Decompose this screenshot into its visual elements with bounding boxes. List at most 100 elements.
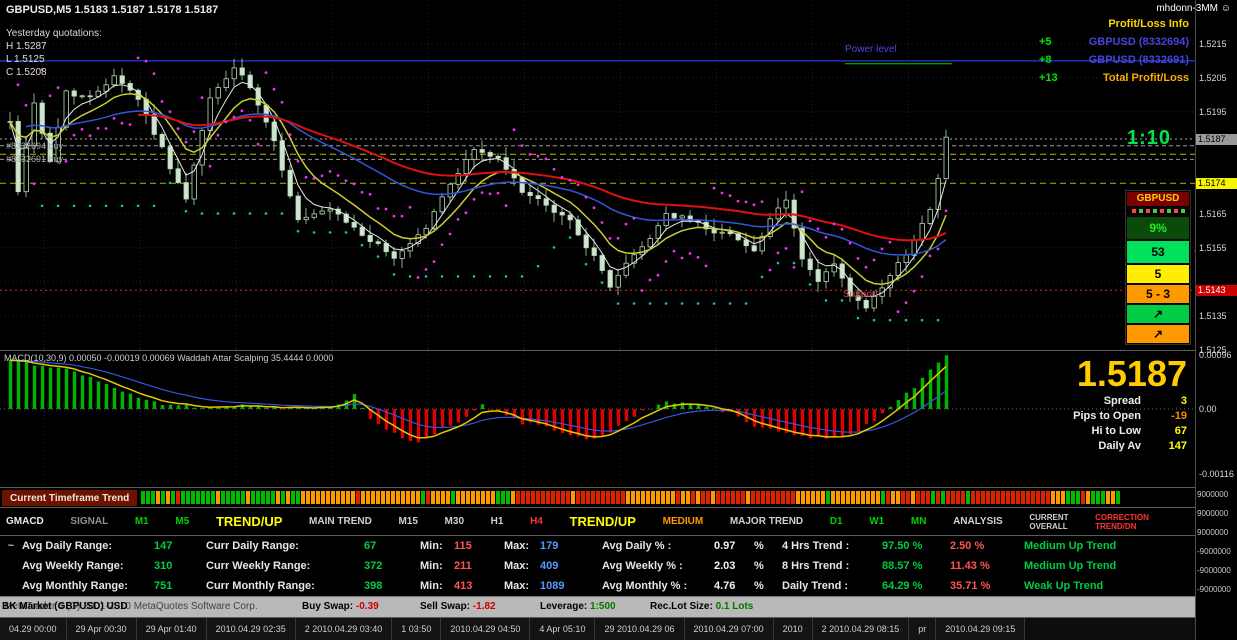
range-cell: 147	[154, 540, 173, 552]
trend-bar	[691, 491, 696, 504]
trend-bar	[791, 491, 796, 504]
time-axis[interactable]: 04.29 00:00 29 Apr 00:30 29 Apr 01:40 2010.…	[0, 617, 1195, 640]
trend-bar	[271, 491, 276, 504]
probability-meter-rows: 9% 53 5 5 - 3 ↗ ↗	[1127, 217, 1189, 343]
trend-bar	[1031, 491, 1036, 504]
position-label[interactable]: GBPUSD (8332691)	[1089, 54, 1189, 66]
range-row: Avg Monthly Range: 751 Curr Monthly Range:…	[0, 576, 1195, 596]
trend-bar	[226, 491, 231, 504]
price-tick: 1.5165	[1199, 209, 1227, 219]
trend-bar	[151, 491, 156, 504]
time-label: 2 2010.04.29 08:15	[812, 618, 910, 640]
position-row: +8 GBPUSD (8332691)	[1039, 54, 1189, 66]
trend-bar	[301, 491, 306, 504]
range-cell: 4 Hrs Trend :	[782, 540, 850, 552]
trend-bar	[806, 491, 811, 504]
trend-bar	[156, 491, 161, 504]
range-cell: %	[754, 540, 764, 552]
price-axis[interactable]: 1.5215 1.5205 1.5195 1.5165 1.5155 1.5135 1.51…	[1195, 0, 1237, 640]
lot-size: Rec.Lot Size: 0.1 Lots	[650, 601, 753, 612]
price-marker: 1.5143	[1196, 285, 1237, 296]
trend-bar	[741, 491, 746, 504]
trend-bar	[521, 491, 526, 504]
trend-bar	[276, 491, 281, 504]
macd-axis-tick: -0.00116	[1199, 469, 1234, 479]
trend-bar	[561, 491, 566, 504]
price-chart[interactable]	[0, 0, 1195, 350]
probability-meter: GBPUSD 9%5355 - 3↗↗ Probability Meter	[1125, 190, 1195, 345]
meter-cell: ↗	[1127, 325, 1189, 343]
gmacd-item: GMACD	[6, 516, 44, 527]
indicator-panel[interactable]: MACD(10,30,9) 0.00050 -0.00019 0.00069 W…	[0, 350, 1195, 487]
trend-bar	[776, 491, 781, 504]
trend-bar	[851, 491, 856, 504]
trend-bar	[366, 491, 371, 504]
trend-bar	[596, 491, 601, 504]
trend-bar	[406, 491, 411, 504]
trend-bar	[846, 491, 851, 504]
time-label: 2010.04.29 02:35	[206, 618, 296, 640]
yesterday-title: Yesterday quotations:	[6, 28, 102, 39]
position-label[interactable]: GBPUSD (8332694)	[1089, 36, 1189, 48]
trend-bar	[306, 491, 311, 504]
trend-bar	[336, 491, 341, 504]
range-cell: Avg Monthly Range:	[22, 580, 128, 592]
range-cell: 211	[454, 560, 472, 572]
gmacd-item: TREND/UP	[569, 514, 636, 529]
range-cell: Medium Up Trend	[1024, 540, 1117, 552]
trend-bar	[421, 491, 426, 504]
sell-swap: Sell Swap: -1.82	[420, 601, 496, 612]
trend-bar	[651, 491, 656, 504]
range-cell: Avg Daily Range:	[22, 540, 113, 552]
main-chart-panel[interactable]: GBPUSD,M5 1.5183 1.5187 1.5178 1.5187 Ye…	[0, 0, 1195, 350]
trend-bar	[991, 491, 996, 504]
chart-title: GBPUSD,M5 1.5183 1.5187 1.5178 1.5187	[6, 4, 219, 16]
power-level-label: Power level	[845, 44, 897, 55]
meter-cell: 53	[1127, 241, 1189, 263]
trend-bar	[631, 491, 636, 504]
quote-value: 3	[1180, 394, 1187, 407]
trend-bar	[636, 491, 641, 504]
trend-bar	[341, 491, 346, 504]
trend-bar	[1066, 491, 1071, 504]
yesterday-close: C 1.5208	[6, 67, 47, 78]
time-label: 29 Apr 01:40	[136, 618, 207, 640]
trend-bar	[1116, 491, 1121, 504]
range-cell: 409	[540, 560, 559, 572]
trend-bar	[801, 491, 806, 504]
trend-bar	[536, 491, 541, 504]
range-cell: %	[754, 560, 764, 572]
trend-bar	[936, 491, 941, 504]
price-marker: 1.5187	[1196, 134, 1237, 145]
trend-bar	[376, 491, 381, 504]
probability-meter-title: GBPUSD	[1127, 192, 1189, 206]
position-row: +5 GBPUSD (8332694)	[1039, 36, 1189, 48]
range-cell: 179	[540, 540, 559, 552]
trend-bar	[316, 491, 321, 504]
range-cell: Min:	[420, 540, 443, 552]
trend-bar	[321, 491, 326, 504]
trend-bar	[181, 491, 186, 504]
range-cell: 88.57 %	[882, 560, 923, 572]
range-cell: Max:	[504, 580, 530, 592]
trend-bar	[826, 491, 831, 504]
trend-bar	[506, 491, 511, 504]
range-cell: 0.97	[714, 540, 736, 552]
yesterday-low: L 1.5125	[6, 54, 45, 65]
trend-bar	[746, 491, 751, 504]
lower-axis-number: -9000000	[1197, 547, 1231, 556]
trend-bar	[251, 491, 256, 504]
time-label: 29 2010.04.29 06	[595, 618, 685, 640]
gmacd-item: M5	[175, 516, 190, 527]
gmacd-item: MN	[910, 516, 927, 527]
trend-bar	[566, 491, 571, 504]
trend-bar	[1071, 491, 1076, 504]
trend-bar	[501, 491, 506, 504]
macd-chart[interactable]	[0, 351, 1195, 487]
quote-label: Daily Av	[1098, 439, 1141, 452]
range-cell: 11.43 %	[950, 560, 990, 572]
price-tick: 1.5155	[1199, 243, 1227, 253]
quote-row: Hi to Low 67	[1073, 423, 1188, 438]
timeframe-trend-strip: Current Timeframe Trend	[0, 487, 1195, 507]
trend-bar	[726, 491, 731, 504]
